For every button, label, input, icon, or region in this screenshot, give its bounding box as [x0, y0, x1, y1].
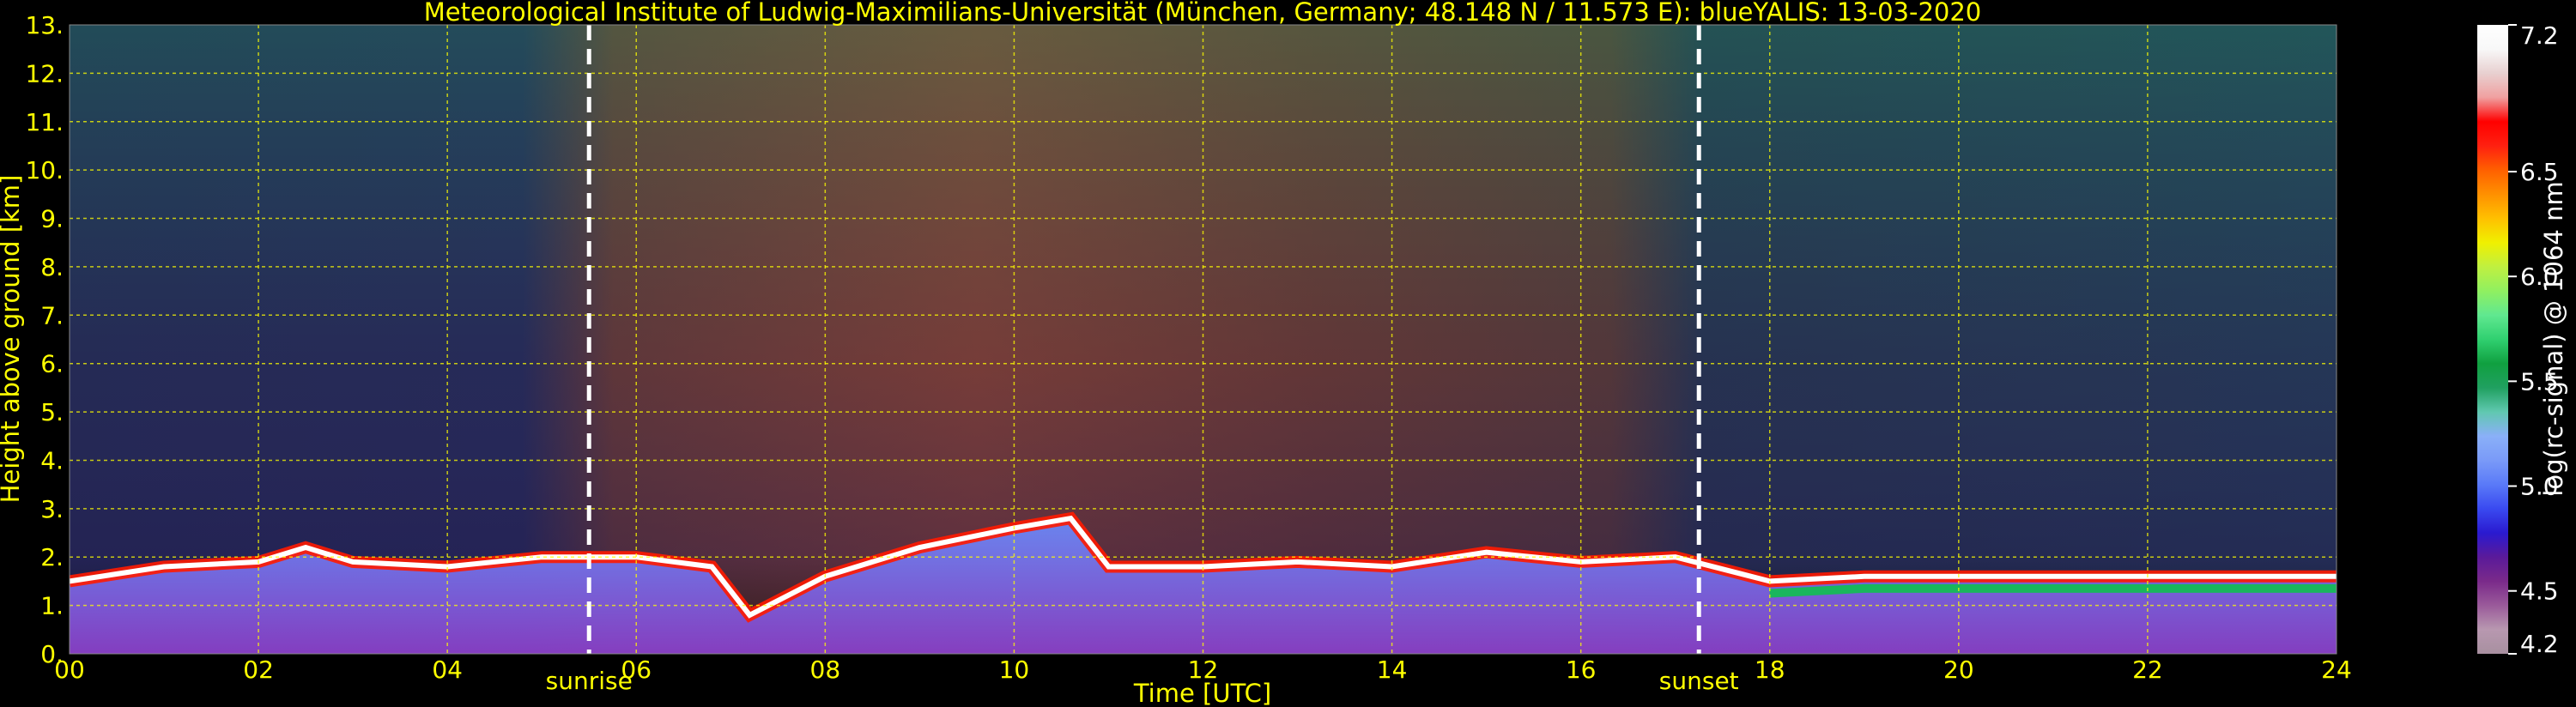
sunset-label: sunset: [1659, 667, 1739, 695]
y-tick-label: 13.: [25, 11, 64, 39]
colorbar-label: log(rc-signal) @ 1064 nm: [2539, 181, 2568, 496]
x-tick-label: 08: [810, 656, 841, 684]
y-axis-label: Height above ground [km]: [0, 175, 25, 504]
aerosol-band: [1769, 583, 2337, 598]
x-tick-label: 18: [1755, 656, 1785, 684]
colorbar-scale: [2477, 25, 2508, 654]
y-tick-label: 7.: [40, 301, 64, 329]
x-tick-label: 14: [1377, 656, 1408, 684]
x-tick-label: 24: [2321, 656, 2352, 684]
chart-title: Meteorological Institute of Ludwig-Maxim…: [424, 0, 1982, 27]
y-tick-label: 11.: [25, 108, 64, 136]
y-tick-label: 2.: [40, 543, 64, 571]
y-tick-label: 0.: [40, 640, 64, 668]
y-tick-label: 3.: [40, 495, 64, 523]
y-tick-label: 10.: [25, 156, 64, 184]
x-tick-label: 22: [2132, 656, 2163, 684]
y-tick-label: 4.: [40, 446, 64, 474]
y-tick-label: 6.: [40, 350, 64, 378]
x-tick-label: 02: [243, 656, 274, 684]
x-tick-label: 20: [1943, 656, 1974, 684]
y-tick-label: 5.: [40, 398, 64, 426]
colorbar-tick-label: 4.5: [2520, 577, 2559, 606]
y-tick-label: 12.: [25, 59, 64, 88]
y-tick-label: 1.: [40, 592, 64, 620]
colorbar-tick-label: 7.2: [2520, 21, 2559, 50]
y-tick-label: 8.: [40, 253, 64, 281]
y-tick-label: 9.: [40, 205, 64, 233]
sunrise-label: sunrise: [546, 667, 633, 695]
lidar-chart: sunrise sunset 00 02 04 06 08 10 12 14 16 18 20 22 24…: [0, 0, 2568, 707]
x-tick-label: 06: [621, 656, 652, 684]
colorbar-tick-label: 4.2: [2520, 630, 2559, 658]
x-tick-label: 10: [999, 656, 1030, 684]
y-axis-ticks: 0. 1. 2. 3. 4. 5. 6. 7. 8. 9. 10. 11. 12. 13.: [25, 11, 64, 668]
x-tick-label: 04: [432, 656, 463, 684]
x-tick-label: 16: [1566, 656, 1597, 684]
plot-area: sunrise sunset: [69, 24, 2337, 695]
colorbar: 4.24.55.05.56.06.57.2 log(rc-signal) @ 1…: [2477, 21, 2568, 658]
x-axis-label: Time [UTC]: [1133, 679, 1271, 707]
